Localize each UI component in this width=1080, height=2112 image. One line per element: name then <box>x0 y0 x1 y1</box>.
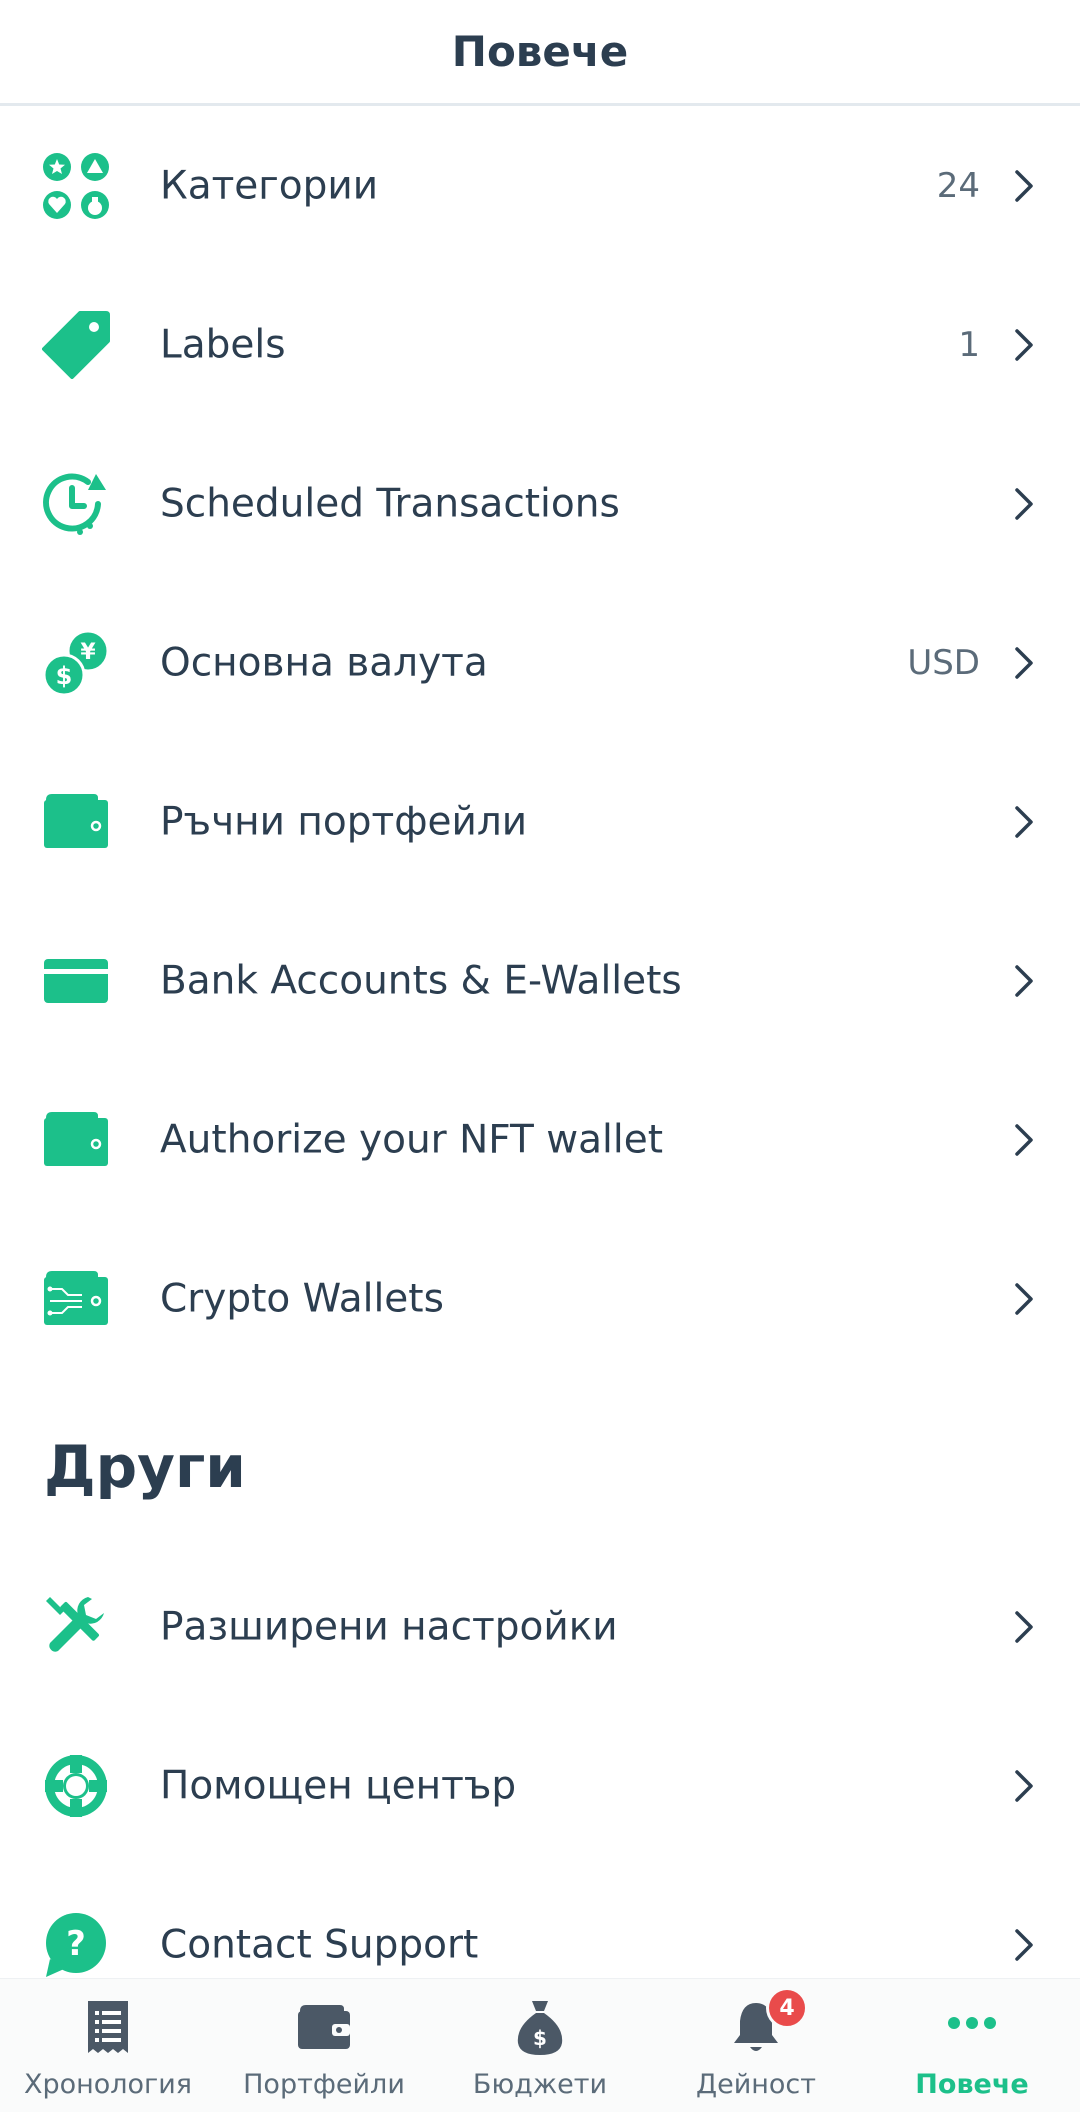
tab-timeline[interactable]: Хронология <box>0 1979 216 2112</box>
app-screen: Повече Категории 24 Labels 1 Scheduled T… <box>0 0 1080 2112</box>
chevron-right-icon <box>1012 1768 1036 1804</box>
menu-item-label: Authorize your NFT wallet <box>160 1117 663 1162</box>
bottom-tab-bar: Хронология Портфейли $ Бюджети 4 Дейност… <box>0 1978 1080 2112</box>
tools-icon <box>42 1593 110 1661</box>
tab-label: Портфейли <box>243 2069 405 2100</box>
menu-item-advanced-settings[interactable]: Разширени настройки <box>0 1547 1080 1706</box>
more-dots-icon <box>942 1997 1002 2057</box>
menu-item-label: Labels <box>160 322 286 367</box>
menu-item-nft-wallet[interactable]: Authorize your NFT wallet <box>0 1060 1080 1219</box>
chevron-right-icon <box>1012 168 1036 204</box>
menu-item-label: Разширени настройки <box>160 1604 618 1649</box>
question-bubble-icon: ? <box>42 1911 110 1979</box>
page-title: Повече <box>451 27 629 76</box>
tag-icon <box>42 310 110 379</box>
receipt-icon <box>78 1997 138 2057</box>
lifebuoy-icon <box>42 1752 110 1820</box>
menu-item-label: Scheduled Transactions <box>160 481 620 526</box>
menu-item-label: Crypto Wallets <box>160 1276 444 1321</box>
menu-item-currency-value: USD <box>907 642 980 683</box>
svg-text:$: $ <box>533 2026 547 2050</box>
menu-item-contact-support[interactable]: ? Contact Support <box>0 1865 1080 1978</box>
tab-label: Повече <box>915 2069 1029 2100</box>
svg-text:?: ? <box>66 1924 86 1964</box>
menu-item-help-center[interactable]: Помощен център <box>0 1706 1080 1865</box>
notification-badge: 4 <box>766 1987 808 2029</box>
chevron-right-icon <box>1012 486 1036 522</box>
tab-budgets[interactable]: $ Бюджети <box>432 1979 648 2112</box>
categories-icon <box>42 152 110 220</box>
tab-label: Хронология <box>23 2069 193 2100</box>
card-icon <box>42 947 110 1015</box>
tab-wallets[interactable]: Портфейли <box>216 1979 432 2112</box>
bell-icon: 4 <box>726 1987 808 2057</box>
menu-item-count: 1 <box>958 324 980 365</box>
wallet-icon <box>42 788 110 856</box>
menu-item-bank-accounts[interactable]: Bank Accounts & E-Wallets <box>0 901 1080 1060</box>
menu-item-crypto-wallets[interactable]: Crypto Wallets <box>0 1219 1080 1378</box>
currency-icon: ¥ $ <box>42 629 110 697</box>
menu-item-label: Основна валута <box>160 640 488 685</box>
menu-list: Категории 24 Labels 1 Scheduled Transact… <box>0 106 1080 1978</box>
chevron-right-icon <box>1012 1609 1036 1645</box>
crypto-wallet-icon <box>42 1265 110 1333</box>
money-bag-icon: $ <box>510 1997 570 2057</box>
menu-item-base-currency[interactable]: ¥ $ Основна валута USD <box>0 583 1080 742</box>
tab-activity[interactable]: 4 Дейност <box>648 1979 864 2112</box>
chevron-right-icon <box>1012 1281 1036 1317</box>
menu-item-categories[interactable]: Категории 24 <box>0 106 1080 265</box>
svg-text:$: $ <box>56 662 73 690</box>
menu-item-label: Категории <box>160 163 379 208</box>
menu-item-label: Ръчни портфейли <box>160 799 528 844</box>
chevron-right-icon <box>1012 963 1036 999</box>
scheduled-clock-icon <box>42 470 110 538</box>
wallet-icon <box>294 1997 354 2057</box>
svg-text:¥: ¥ <box>80 640 96 665</box>
menu-item-labels[interactable]: Labels 1 <box>0 265 1080 424</box>
chevron-right-icon <box>1012 804 1036 840</box>
menu-item-label: Contact Support <box>160 1922 479 1967</box>
chevron-right-icon <box>1012 645 1036 681</box>
menu-item-label: Bank Accounts & E-Wallets <box>160 958 682 1003</box>
menu-item-scheduled-transactions[interactable]: Scheduled Transactions <box>0 424 1080 583</box>
section-heading-other: Други <box>44 1433 246 1501</box>
chevron-right-icon <box>1012 1122 1036 1158</box>
tab-more[interactable]: Повече <box>864 1979 1080 2112</box>
tab-label: Бюджети <box>472 2069 608 2100</box>
chevron-right-icon <box>1012 327 1036 363</box>
chevron-right-icon <box>1012 1927 1036 1963</box>
wallet-icon <box>42 1106 110 1174</box>
tab-label: Дейност <box>696 2069 816 2100</box>
top-bar: Повече <box>0 0 1080 106</box>
menu-item-count: 24 <box>936 165 980 206</box>
menu-item-label: Помощен център <box>160 1763 517 1808</box>
menu-item-manual-wallets[interactable]: Ръчни портфейли <box>0 742 1080 901</box>
